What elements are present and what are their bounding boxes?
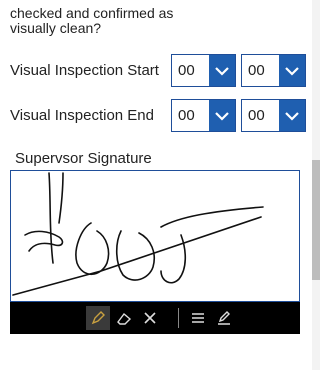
inspection-start-hour-value: 00 [178,62,195,79]
inspection-end-label: Visual Inspection End [10,107,154,124]
signature-pad[interactable] [10,170,300,302]
menu-icon[interactable] [186,306,210,330]
question-line-1: checked and confirmed as [10,5,174,21]
signature-strokes [12,172,264,296]
signature-label: Supervsor Signature [15,150,152,167]
edit-icon[interactable] [212,306,236,330]
inspection-end-hour-value: 00 [178,107,195,124]
scrollbar[interactable] [312,0,320,370]
chevron-down-icon[interactable] [209,100,235,131]
inspection-start-minute-value: 00 [248,62,265,79]
chevron-down-icon[interactable] [279,100,305,131]
chevron-down-icon[interactable] [209,55,235,86]
signature-toolbar [10,302,300,334]
question-line-2: visually clean? [10,20,102,36]
form-panel: checked and confirmed as visually clean?… [0,0,312,370]
inspection-start-minute-dropdown[interactable]: 00 [241,54,306,87]
pen-icon[interactable] [86,306,110,330]
question-text: checked and confirmed as visually clean? [10,6,173,36]
inspection-end-minute-dropdown[interactable]: 00 [241,99,306,132]
inspection-end-minute-value: 00 [248,107,265,124]
toolbar-divider [178,308,179,328]
inspection-start-label: Visual Inspection Start [10,62,159,79]
clear-icon[interactable] [138,306,162,330]
inspection-start-hour-dropdown[interactable]: 00 [171,54,236,87]
inspection-end-hour-dropdown[interactable]: 00 [171,99,236,132]
chevron-down-icon[interactable] [279,55,305,86]
scrollbar-thumb[interactable] [312,160,320,280]
eraser-icon[interactable] [112,306,136,330]
